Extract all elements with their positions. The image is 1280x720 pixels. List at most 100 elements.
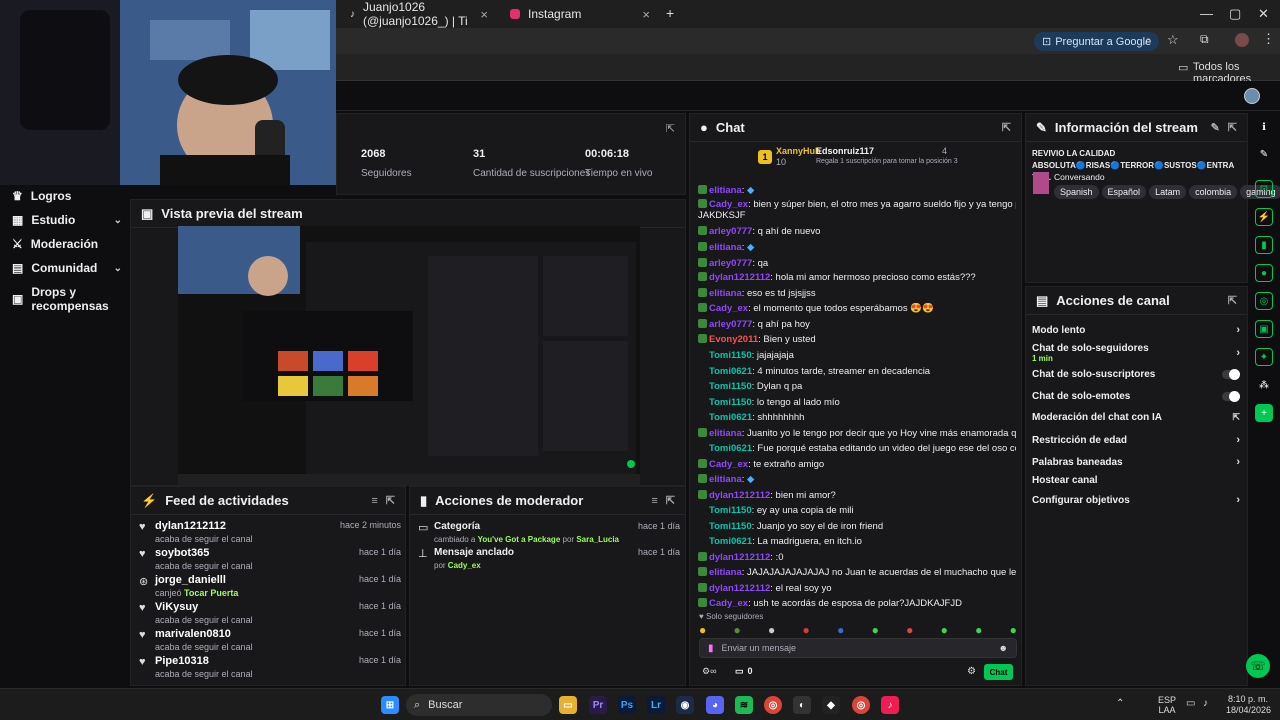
tag[interactable]: Latam [1149,185,1187,199]
emote-icon[interactable]: ● [872,623,879,637]
filter-icon[interactable]: ≡ [371,495,377,507]
close-tab-icon[interactable]: × [642,7,650,22]
lock-icon[interactable]: ▣ [1255,320,1273,338]
discord-icon[interactable]: ◕ [706,696,724,714]
chat-message[interactable]: dylan1212112: hola mi amor hermoso preci… [698,272,1016,284]
windows-start-icon[interactable]: ⊞ [381,696,399,714]
info-icon[interactable]: ℹ [1255,118,1273,136]
app-icon[interactable]: ◆ [822,696,840,714]
steam-icon[interactable]: ◉ [676,696,694,714]
chat-username[interactable]: arley0777 [709,319,752,330]
volume-icon[interactable]: ♪ [1203,698,1208,709]
chat-settings-left[interactable]: ⚙∞ [702,666,716,677]
chat-message[interactable]: Tomi0621: Fue porqué estaba editando un … [698,443,1016,455]
sidebar-item-logros[interactable]: ♛ Logros [12,189,122,203]
mod-action-item[interactable]: ▭ Categoría cambiado a You've Got a Pack… [418,521,680,544]
chat-username[interactable]: Tomi1150 [709,350,752,361]
extensions-icon[interactable]: ⧉ [1200,32,1209,47]
feed-item[interactable]: ♥ soybot365 acaba de seguir el canal hace 1… [139,547,401,573]
followers-only-action[interactable]: Chat de solo-seguidores 1 min › [1032,343,1240,363]
add-quick-action-icon[interactable]: + [1255,404,1273,422]
mod-action-item[interactable]: ⊥ Mensaje anclado por Cady_ex hace 1 día [418,547,680,570]
chat-username[interactable]: elitiana [709,567,742,578]
feed-item[interactable]: ⊛ jorge_danielll canjeó Tocar Puerta hace 1… [139,574,401,600]
sidebar-item-comunidad[interactable]: ▤ Comunidad ⌄ [12,261,122,275]
edit-icon[interactable]: ✎ [1211,121,1220,134]
emote-icon[interactable]: ● [803,623,810,637]
premiere-icon[interactable]: Pr [589,696,607,714]
chat-username[interactable]: dylan1212112 [709,552,770,563]
chat-username[interactable]: Tomi1150 [709,505,752,516]
lightroom-icon[interactable]: Lr [647,696,665,714]
popout-icon[interactable]: ⇱ [666,494,675,507]
sidebar-item-estudio[interactable]: ▦ Estudio ⌄ [12,213,122,227]
feed-item[interactable]: ♥ marivalen0810 acaba de seguir el canal ha… [139,628,401,654]
chat-message[interactable]: Tomi0621: shhhhhhhh [698,412,1016,424]
chat-message[interactable]: Tomi1150: Juanjo yo soy el de iron frien… [698,521,1016,533]
chat-message[interactable]: elitiana: Juanito yo le tengo por decir … [698,428,1016,440]
emote-only-toggle[interactable] [1222,391,1240,402]
broadcast-icon[interactable]: ◎ [1255,292,1273,310]
chat-message[interactable]: Cady_ex: te extraño amigo [698,459,1016,471]
chat-message[interactable]: Tomi1150: ey ay una copia de mili [698,505,1016,517]
emote-icon[interactable]: ● [837,623,844,637]
chat-username[interactable]: Tomi0621 [709,536,752,547]
emote-picker-icon[interactable]: ☻ [999,643,1008,653]
chat-username[interactable]: elitiana [709,474,742,485]
filter-icon[interactable]: ≡ [651,495,657,507]
wrench-icon[interactable]: ✦ [1255,348,1273,366]
chat-message[interactable]: elitiana: eso es td jsjsjjss [698,288,1016,300]
chat-username[interactable]: arley0777 [709,258,752,269]
chat-input[interactable]: ▮ Enviar un mensaje ☻ [699,638,1017,658]
chat-username[interactable]: arley0777 [709,226,752,237]
close-window-icon[interactable]: ✕ [1258,6,1269,22]
obs-icon[interactable]: ◐ [793,696,811,714]
feed-item[interactable]: ♥ ViKysuy acaba de seguir el canal hace 1 d… [139,601,401,627]
subs-only-toggle[interactable] [1222,369,1240,380]
age-restriction-action[interactable]: Restricción de edad › [1032,434,1240,446]
chat-message[interactable]: Tomi0621: La madriguera, en itch.io [698,536,1016,548]
slow-mode-action[interactable]: Modo lento › [1032,324,1240,336]
tab-instagram[interactable]: Instagram × [500,0,660,28]
chat-username[interactable]: Tomi0621 [709,366,752,377]
chat-username[interactable]: dylan1212112 [709,272,770,283]
tray-chevron-icon[interactable]: ⌃ [1116,698,1124,709]
emote-icon[interactable]: ● [699,623,706,637]
channel-points[interactable]: ▭ 0 [735,666,753,677]
bookmark-star-icon[interactable]: ☆ [1167,32,1179,48]
chat-message[interactable]: arley0777: q ahí pa hoy [698,319,1016,331]
ai-moderation-action[interactable]: Moderación del chat con IA ⇱ [1032,412,1240,423]
popout-icon[interactable]: ⇱ [1228,294,1237,307]
chat-message[interactable]: dylan1212112: bien mi amor? [698,490,1016,502]
photoshop-icon[interactable]: Ps [618,696,636,714]
chat-message[interactable]: elitiana: ◆ [698,185,1016,197]
chat-username[interactable]: Tomi0621 [709,443,752,454]
bolt-icon[interactable]: ⚡ [1255,208,1273,226]
chat-message[interactable]: elitiana: ◆ [698,474,1016,486]
chat-username[interactable]: elitiana [709,185,742,196]
chat-username[interactable]: Tomi1150 [709,521,752,532]
chat-username[interactable]: elitiana [709,242,742,253]
user-avatar[interactable] [1244,88,1260,104]
language-indicator[interactable]: ESP LAA [1158,695,1176,715]
emote-icon[interactable]: ● [975,623,982,637]
clipboard-icon[interactable]: ▮ [1255,236,1273,254]
popout-icon[interactable]: ⇱ [1228,121,1237,134]
chat-username[interactable]: Cady_ex [709,199,748,210]
sidebar-item-moderacion[interactable]: ⚔ Moderación [12,237,122,251]
tiktok-taskbar-icon[interactable]: ♪ [881,696,899,714]
host-channel-action[interactable]: Hostear canal [1032,475,1240,486]
maximize-icon[interactable]: ▢ [1229,6,1241,22]
chat-message[interactable]: elitiana: JAJAJAJAJAJAJAJ no Juan te acu… [698,567,1016,579]
taskbar-search[interactable]: ⌕ Buscar [406,694,552,716]
tag[interactable]: colombia [1189,185,1238,199]
tag[interactable]: Spanish [1054,185,1099,199]
chat-username[interactable]: Tomi0621 [709,412,752,423]
emote-icon[interactable]: ● [906,623,913,637]
chat-message[interactable]: dylan1212112: :0 [698,552,1016,564]
chat-message[interactable]: Tomi1150: Dylan q pa [698,381,1016,393]
emote-icon[interactable]: ● [768,623,775,637]
zoom-icon[interactable]: ⌕ [1145,33,1152,48]
chat-username[interactable]: dylan1212112 [709,490,770,501]
chat-username[interactable]: dylan1212112 [709,583,770,594]
